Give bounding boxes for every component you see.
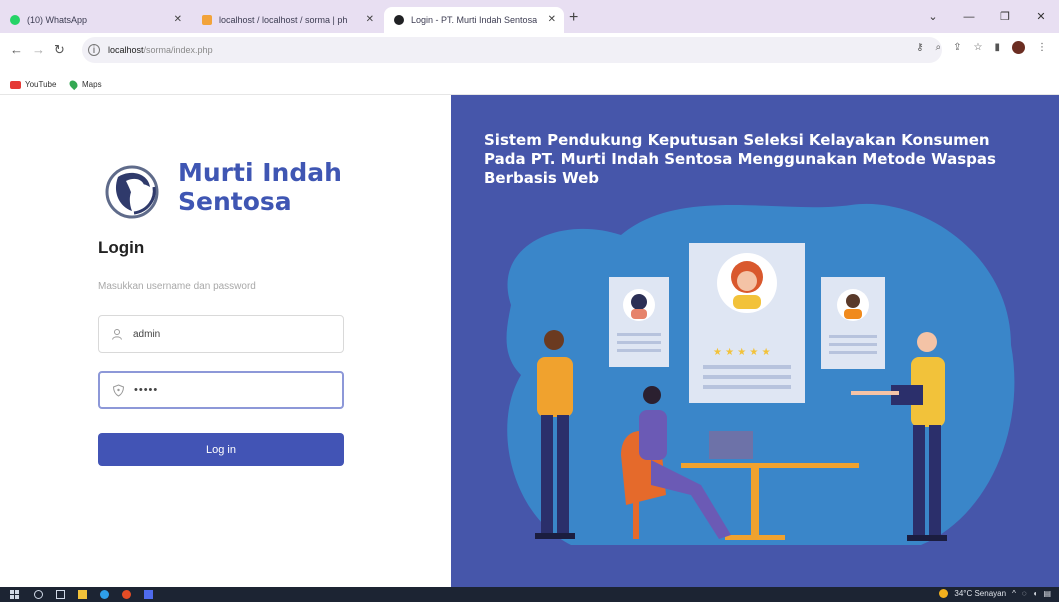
app-icon[interactable] [144,590,153,599]
zoom-icon[interactable]: ⌕ [936,42,942,53]
system-tray: 34°C Senayan ^ ◌ ◖ ▤ [939,589,1051,598]
login-panel: Murti Indah Sentosa Login Masukkan usern… [0,95,451,587]
bookmark-youtube[interactable]: YouTube [10,80,56,89]
tab-login[interactable]: Login - PT. Murti Indah Sentosa ✕ [384,7,564,33]
page-content: Murti Indah Sentosa Login Masukkan usern… [0,95,1059,587]
close-tab-icon[interactable]: ✕ [548,14,556,25]
password-field[interactable] [98,371,344,409]
bookmark-label: Maps [82,80,102,89]
forward-arrow-icon[interactable]: → [32,42,45,57]
browser-toolbar: ← → ↻ i localhost /sorma/index.php [0,33,1059,67]
username-field[interactable] [98,315,344,353]
bookmarks-bar: YouTube Maps [0,77,1059,95]
key-icon[interactable]: ⚷ [916,42,923,53]
tab-title: localhost / localhost / sorma | ph [219,15,348,25]
site-info-icon[interactable]: i [88,44,100,56]
windows-start-icon[interactable] [10,590,19,599]
url-host: localhost [108,45,144,55]
tab-title: Login - PT. Murti Indah Sentosa [411,15,538,25]
shield-icon [104,383,132,397]
hero-panel: Sistem Pendukung Keputusan Seleksi Kelay… [451,95,1059,587]
file-explorer-icon[interactable] [78,590,87,599]
browser-tab-strip: (10) WhatsApp ✕ localhost / localhost / … [0,0,1059,33]
maps-pin-icon [67,78,80,91]
close-tab-icon[interactable]: ✕ [174,14,182,25]
login-subtitle: Masukkan username dan password [98,281,256,292]
brand-line-2: Sentosa [178,187,292,216]
login-title: Login [98,238,145,257]
close-tab-icon[interactable]: ✕ [366,14,374,25]
password-input[interactable] [132,383,326,397]
weather-text[interactable]: 34°C Senayan [954,589,1006,598]
tab-search-icon[interactable]: ⌄ [915,10,951,23]
globe-icon [394,15,404,25]
weather-icon [939,589,949,598]
tab-whatsapp[interactable]: (10) WhatsApp ✕ [0,7,190,33]
minimize-button[interactable]: — [951,11,987,23]
sidepanel-icon[interactable]: ▮ [994,42,1000,53]
window-controls: ⌄ — ❐ ✕ [915,0,1059,33]
svg-text:★ ★ ★ ★ ★: ★ ★ ★ ★ ★ [713,347,771,358]
youtube-icon [10,80,21,89]
share-icon[interactable]: ⇪ [953,42,961,53]
phpmyadmin-icon [202,15,212,25]
menu-kebab-icon[interactable]: ⋮ [1037,42,1047,53]
brand-name: Murti Indah Sentosa [178,158,342,216]
company-logo-icon [105,165,159,219]
notification-icon[interactable]: ▤ [1043,589,1051,598]
chrome-icon[interactable] [122,590,131,599]
network-icon[interactable]: ◌ [1022,589,1027,598]
address-bar[interactable]: i localhost /sorma/index.php [82,37,942,63]
bookmark-maps[interactable]: Maps [67,78,102,91]
bookmark-label: YouTube [25,80,57,89]
tab-title: (10) WhatsApp [27,15,88,25]
whatsapp-icon [10,15,20,25]
maximize-button[interactable]: ❐ [987,10,1023,23]
os-taskbar: 34°C Senayan ^ ◌ ◖ ▤ [0,587,1059,602]
login-button[interactable]: Log in [98,433,344,466]
back-arrow-icon[interactable]: ← [10,42,23,57]
username-input[interactable] [131,327,325,341]
search-icon[interactable] [34,590,43,599]
tab-phpmyadmin[interactable]: localhost / localhost / sorma | ph ✕ [192,7,382,33]
edge-icon[interactable] [100,590,109,599]
task-view-icon[interactable] [56,590,65,599]
close-window-button[interactable]: ✕ [1023,10,1059,23]
volume-icon[interactable]: ◖ [1033,589,1038,598]
brand-line-1: Murti Indah [178,158,342,187]
recruitment-illustration: ★ ★ ★ ★ ★ [506,203,1015,546]
reload-icon[interactable]: ↻ [54,42,65,58]
toolbar-actions: ⚷ ⌕ ⇪ ☆ ▮ ⋮ [916,41,1047,54]
profile-avatar[interactable] [1012,41,1025,54]
chevron-up-icon[interactable]: ^ [1012,589,1016,598]
user-icon [103,328,131,340]
bookmark-star-icon[interactable]: ☆ [974,42,983,53]
new-tab-button[interactable]: + [569,9,578,27]
url-path: /sorma/index.php [143,45,213,55]
